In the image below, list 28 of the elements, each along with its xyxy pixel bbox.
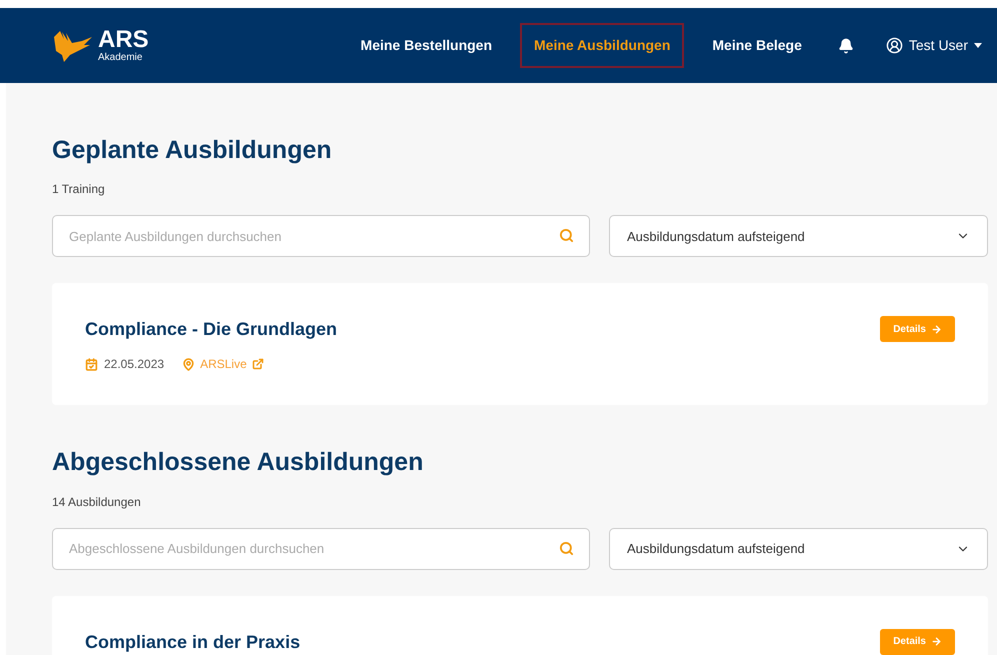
- sort-select[interactable]: Ausbildungsdatum aufsteigend: [609, 215, 988, 258]
- brand-name: ARS: [98, 28, 149, 52]
- section-title: Geplante Ausbildungen: [52, 135, 333, 166]
- search-icon[interactable]: [559, 228, 574, 244]
- section-title: Abgeschlossene Ausbildungen: [52, 447, 424, 478]
- bell-icon[interactable]: [838, 38, 854, 54]
- arrow-right-icon: [931, 636, 942, 647]
- user-menu[interactable]: Test User: [886, 35, 982, 56]
- nav-link[interactable]: Meine Ausbildungen: [520, 23, 684, 68]
- user-icon: [886, 37, 903, 54]
- search-field[interactable]: Geplante Ausbildungen durchsuchen: [52, 215, 590, 258]
- caret-icon: [974, 43, 982, 48]
- brand-subtitle: Akademie: [98, 53, 144, 63]
- calendar-icon: [85, 358, 98, 371]
- course-title: Compliance in der Praxis: [85, 630, 300, 654]
- bird-logo-icon: [52, 28, 94, 62]
- sort-select[interactable]: Ausbildungsdatum aufsteigend: [609, 528, 988, 570]
- nav-link[interactable]: Meine Belege: [698, 23, 816, 68]
- result-count: 1 Training: [52, 181, 106, 198]
- search-icon[interactable]: [559, 540, 574, 556]
- arrow-right-icon: [931, 324, 942, 335]
- map-pin-icon: [182, 358, 196, 371]
- result-count: 14 Ausbildungen: [52, 494, 142, 510]
- course-title: Compliance - Die Grundlagen: [85, 318, 338, 342]
- search-field[interactable]: Abgeschlossene Ausbildungen durchsuchen: [52, 528, 590, 570]
- course-date: 22.05.2023: [104, 356, 164, 374]
- external-link-icon[interactable]: [252, 358, 264, 370]
- nav-link[interactable]: Meine Bestellungen: [346, 23, 506, 68]
